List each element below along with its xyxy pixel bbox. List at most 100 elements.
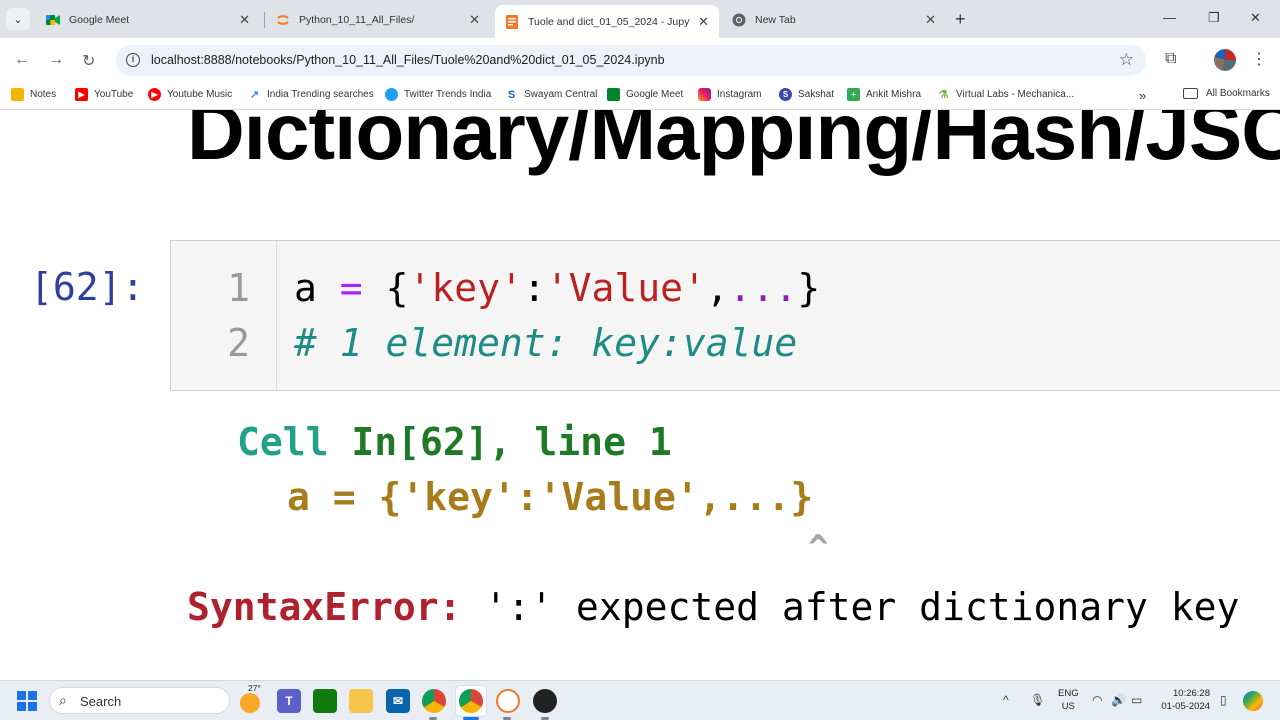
- tab-title: New Tab: [755, 13, 796, 26]
- more-menu-icon[interactable]: ⋮: [1251, 49, 1267, 69]
- notebook-content: Dictionary/Mapping/Hash/JSON [62]: 1 2 a…: [0, 110, 1280, 680]
- folder-icon: [11, 88, 24, 101]
- close-icon[interactable]: ✕: [925, 12, 936, 28]
- windows-taskbar: ⌕ Search 27° T ✉ ^ 🎙 ENG US ◠ 🔊 ▭ 10:26:2…: [0, 680, 1280, 720]
- code-token: :: [522, 266, 546, 310]
- bookmark-item[interactable]: Notes: [11, 88, 56, 101]
- error-line: SyntaxError: ':' expected after dictiona…: [187, 585, 1239, 629]
- all-bookmarks-button[interactable]: All Bookmarks: [1183, 88, 1270, 99]
- tab-python-files[interactable]: Python_10_11_All_Files/ ✕: [266, 5, 490, 34]
- code-line-2[interactable]: # 1 element: key:value: [294, 321, 797, 365]
- windows-start-icon[interactable]: [17, 691, 37, 711]
- new-tab-button[interactable]: +: [955, 9, 966, 30]
- site-info-icon[interactable]: i: [126, 53, 140, 67]
- bookmark-item[interactable]: Twitter Trends India: [385, 88, 491, 101]
- teams-icon[interactable]: T: [277, 689, 301, 713]
- tab-separator: [264, 12, 265, 28]
- sakshat-icon: S: [779, 88, 792, 101]
- code-line-1[interactable]: a = {'key':'Value',...}: [294, 266, 820, 310]
- bookmark-label: India Trending searches: [267, 89, 374, 100]
- bookmark-label: Google Meet: [626, 89, 684, 100]
- taskbar-search[interactable]: ⌕ Search: [49, 687, 230, 714]
- code-cell[interactable]: 1 2 a = {'key':'Value',...} # 1 element:…: [170, 240, 1280, 391]
- traceback-location: Cell In[62], line 1: [237, 420, 672, 464]
- back-icon[interactable]: ←: [14, 51, 30, 69]
- bookmark-item[interactable]: + Ankit Mishra: [847, 88, 921, 101]
- bookmark-label: All Bookmarks: [1206, 88, 1270, 99]
- bookmark-star-icon[interactable]: ☆: [1119, 50, 1134, 70]
- minimize-button[interactable]: —: [1163, 10, 1176, 25]
- code-token: }: [797, 266, 821, 310]
- avatar[interactable]: [1214, 49, 1236, 71]
- bookmark-item[interactable]: ↗ India Trending searches: [248, 88, 374, 101]
- wifi-icon[interactable]: ◠: [1092, 693, 1102, 707]
- tab-title: Tuole and dict_01_05_2024 - Jupyter N: [528, 15, 690, 28]
- code-token: ,: [705, 266, 729, 310]
- error-caret: ^: [808, 528, 829, 568]
- close-icon[interactable]: ✕: [239, 12, 250, 28]
- google-meet-icon: [46, 13, 60, 27]
- code-token: {: [385, 266, 409, 310]
- bookmark-item[interactable]: ▶ YouTube: [75, 88, 133, 101]
- close-icon[interactable]: ✕: [469, 12, 480, 28]
- window-close-button[interactable]: ✕: [1250, 10, 1261, 26]
- chrome-profile-taskbar-icon[interactable]: [459, 689, 483, 713]
- bookmark-label: Youtube Music: [167, 89, 233, 100]
- bookmark-item[interactable]: Google Meet: [607, 88, 683, 101]
- bookmark-label: Notes: [30, 89, 57, 100]
- virtual-labs-icon: ⚗: [937, 88, 950, 101]
- cell-prompt: [62]:: [30, 265, 145, 309]
- jupyter-icon: [276, 13, 290, 27]
- bookmark-label: Instagram: [717, 89, 762, 100]
- bookmark-label: Twitter Trends India: [404, 89, 492, 100]
- tab-title: Python_10_11_All_Files/: [299, 13, 415, 26]
- bookmark-item[interactable]: ▶ Youtube Music: [148, 88, 232, 101]
- twitter-trends-icon: [385, 88, 398, 101]
- url-text[interactable]: localhost:8888/notebooks/Python_10_11_Al…: [151, 53, 665, 67]
- error-name: SyntaxError:: [187, 585, 462, 629]
- address-bar[interactable]: i localhost:8888/notebooks/Python_10_11_…: [116, 45, 1146, 76]
- system-clock[interactable]: 10:26:28 01-05-2024: [1158, 687, 1210, 713]
- battery-icon[interactable]: ▭: [1131, 693, 1142, 707]
- line-gutter: 1 2: [171, 241, 277, 390]
- speaker-icon[interactable]: 🔊: [1111, 693, 1126, 707]
- instagram-icon: [698, 88, 711, 101]
- tab-google-meet[interactable]: Google Meet ✕: [36, 5, 260, 34]
- bookmark-item[interactable]: Instagram: [698, 88, 761, 101]
- reload-icon[interactable]: ↻: [82, 51, 95, 71]
- tab-jupyter-notebook[interactable]: Tuole and dict_01_05_2024 - Jupyter N ✕: [495, 5, 719, 38]
- chrome-taskbar-icon[interactable]: [422, 689, 446, 713]
- traceback-line: In[62], line 1: [351, 420, 672, 464]
- close-icon[interactable]: ✕: [698, 14, 709, 30]
- bookmark-item[interactable]: ⚗ Virtual Labs - Mechanica...: [937, 88, 1074, 101]
- bookmark-item[interactable]: S Swayam Central: [505, 88, 597, 101]
- microphone-icon[interactable]: 🎙: [1030, 693, 1045, 707]
- bookmark-label: Ankit Mishra: [866, 89, 922, 100]
- mail-icon[interactable]: ✉: [386, 689, 410, 713]
- forward-icon[interactable]: →: [48, 51, 64, 69]
- clock-time: 10:26:28: [1173, 688, 1210, 699]
- youtube-icon: ▶: [75, 88, 88, 101]
- excel-icon[interactable]: [313, 689, 337, 713]
- bookmarks-overflow-icon[interactable]: »: [1139, 88, 1146, 103]
- restore-button[interactable]: ❐: [1208, 10, 1220, 26]
- bookmark-label: Virtual Labs - Mechanica...: [956, 89, 1075, 100]
- obs-icon[interactable]: [533, 689, 557, 713]
- trending-icon: ↗: [248, 88, 261, 101]
- jupyter-taskbar-icon[interactable]: [496, 689, 520, 713]
- search-placeholder: Search: [80, 694, 122, 709]
- tab-new-tab[interactable]: New Tab ✕: [722, 5, 946, 34]
- language-indicator[interactable]: ENG US: [1058, 687, 1079, 713]
- line-number: 1: [227, 266, 250, 310]
- notification-icon[interactable]: ▯: [1220, 693, 1227, 707]
- code-token: =: [339, 266, 363, 310]
- weather-icon[interactable]: [240, 693, 260, 713]
- extensions-icon[interactable]: ⧉: [1165, 50, 1176, 68]
- file-explorer-icon[interactable]: [349, 689, 373, 713]
- copilot-icon[interactable]: [1243, 691, 1263, 711]
- bookmark-item[interactable]: S Sakshat: [779, 88, 834, 101]
- tab-search-button[interactable]: ⌄: [6, 8, 30, 30]
- chevron-up-icon[interactable]: ^: [1003, 693, 1009, 707]
- bookmark-label: Sakshat: [798, 89, 835, 100]
- clock-date: 01-05-2024: [1161, 701, 1210, 712]
